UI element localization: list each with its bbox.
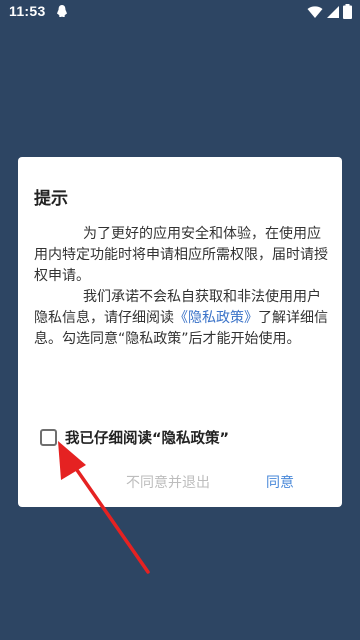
privacy-dialog: 提示 为了更好的应用安全和体验，在使用应用内特定功能时将申请相应所需权限，届时请… — [18, 157, 342, 507]
dialog-paragraph-1: 为了更好的应用安全和体验，在使用应用内特定功能时将申请相应所需权限，届时请授权申… — [34, 226, 328, 284]
qq-penguin-icon — [57, 5, 67, 17]
status-bar: 11:53 — [0, 0, 360, 24]
disagree-exit-button[interactable]: 不同意并退出 — [126, 472, 210, 492]
agree-checkbox[interactable] — [40, 428, 57, 446]
signal-icon — [327, 5, 339, 18]
agree-checkbox-row[interactable]: 我已仔细阅读“隐私政策” — [40, 427, 229, 447]
status-time: 11:53 — [9, 3, 46, 19]
battery-icon — [343, 4, 352, 19]
wifi-icon — [307, 5, 323, 18]
dialog-paragraph-2: 我们承诺不会私自获取和非法使用用户隐私信息，请仔细阅读《隐私政策》了解详细信息。… — [34, 287, 334, 350]
dialog-body: 为了更好的应用安全和体验，在使用应用内特定功能时将申请相应所需权限，届时请授权申… — [34, 224, 334, 350]
dialog-title: 提示 — [34, 189, 68, 209]
privacy-policy-link[interactable]: 《隐私政策》 — [174, 310, 258, 326]
agree-button[interactable]: 同意 — [266, 472, 294, 492]
agree-checkbox-label[interactable]: 我已仔细阅读“隐私政策” — [65, 427, 229, 448]
